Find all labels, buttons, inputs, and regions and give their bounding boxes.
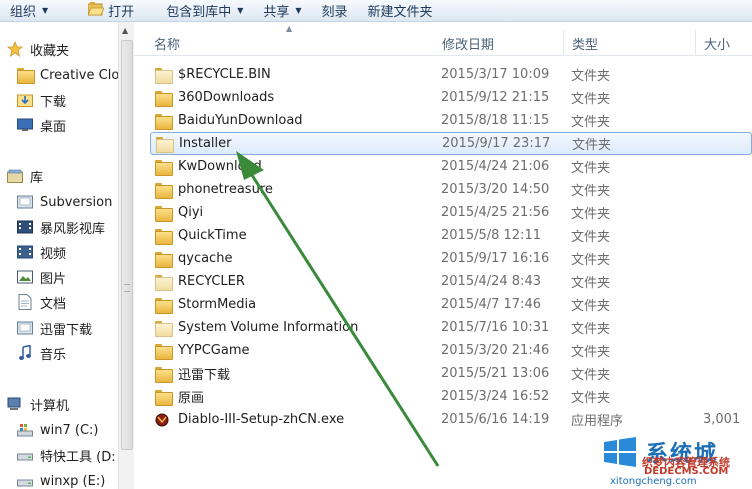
watermark: 系统城 织梦内容管理系统 DEDECMS.COM xitongcheng.com	[600, 432, 752, 489]
annotation-arrow-icon	[236, 151, 440, 467]
watermark-site3: xitongcheng.com	[610, 476, 697, 487]
windows-logo-icon	[604, 437, 636, 467]
